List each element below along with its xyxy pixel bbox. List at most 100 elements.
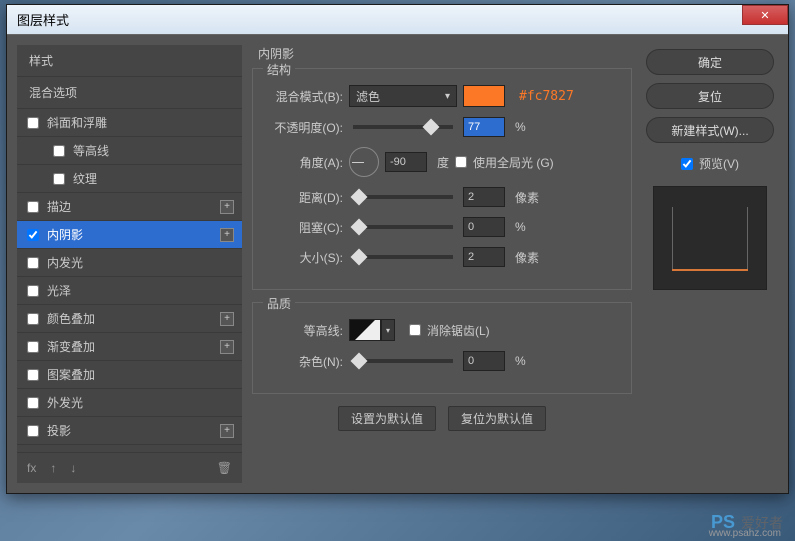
choke-input[interactable] bbox=[463, 217, 505, 237]
opacity-label: 不透明度(O): bbox=[265, 119, 343, 136]
style-checkbox-0[interactable] bbox=[27, 117, 39, 129]
style-item-6[interactable]: 光泽 bbox=[17, 277, 242, 305]
preview-label: 预览(V) bbox=[699, 155, 739, 172]
blend-mode-dropdown[interactable]: 滤色 bbox=[349, 85, 457, 107]
new-style-button[interactable]: 新建样式(W)... bbox=[646, 117, 774, 143]
distance-label: 距离(D): bbox=[265, 189, 343, 206]
effect-title: 内阴影 bbox=[252, 45, 632, 62]
hex-annotation: #fc7827 bbox=[519, 89, 574, 104]
choke-slider[interactable] bbox=[353, 225, 453, 229]
angle-input[interactable] bbox=[385, 152, 427, 172]
noise-slider[interactable] bbox=[353, 359, 453, 363]
style-label-5: 内发光 bbox=[47, 254, 83, 271]
quality-legend: 品质 bbox=[263, 295, 295, 312]
style-label-3: 描边 bbox=[47, 198, 71, 215]
style-label-10: 外发光 bbox=[47, 394, 83, 411]
add-effect-icon[interactable]: + bbox=[220, 424, 234, 438]
style-item-8[interactable]: 渐变叠加 + bbox=[17, 333, 242, 361]
style-checkbox-7[interactable] bbox=[27, 313, 39, 325]
contour-picker[interactable] bbox=[349, 319, 381, 341]
style-label-1: 等高线 bbox=[73, 142, 109, 159]
cancel-button[interactable]: 复位 bbox=[646, 83, 774, 109]
style-label-4: 内阴影 bbox=[47, 226, 83, 243]
quality-group: 品质 等高线: ▾ 消除锯齿(L) 杂色(N): % bbox=[252, 302, 632, 394]
size-input[interactable] bbox=[463, 247, 505, 267]
style-checkbox-11[interactable] bbox=[27, 425, 39, 437]
add-effect-icon[interactable]: + bbox=[220, 200, 234, 214]
style-item-2[interactable]: 纹理 bbox=[17, 165, 242, 193]
style-checkbox-8[interactable] bbox=[27, 341, 39, 353]
noise-label: 杂色(N): bbox=[265, 353, 343, 370]
reset-default-button[interactable]: 复位为默认值 bbox=[448, 406, 546, 431]
structure-legend: 结构 bbox=[263, 61, 295, 78]
dialog-title: 图层样式 bbox=[17, 10, 69, 29]
color-swatch[interactable] bbox=[463, 85, 505, 107]
opacity-slider[interactable] bbox=[353, 125, 453, 129]
style-item-11[interactable]: 投影 + bbox=[17, 417, 242, 445]
global-light-checkbox[interactable] bbox=[455, 156, 467, 168]
add-effect-icon[interactable]: + bbox=[220, 340, 234, 354]
preview-box bbox=[653, 186, 767, 290]
style-label-11: 投影 bbox=[47, 422, 71, 439]
style-item-4[interactable]: 内阴影 + bbox=[17, 221, 242, 249]
distance-input[interactable] bbox=[463, 187, 505, 207]
style-checkbox-5[interactable] bbox=[27, 257, 39, 269]
contour-dropdown-icon[interactable]: ▾ bbox=[381, 319, 395, 341]
choke-label: 阻塞(C): bbox=[265, 219, 343, 236]
styles-list-panel: 样式 混合选项 斜面和浮雕等高线纹理描边 + 内阴影 + 内发光光泽颜色叠加 + 渐变叠加 +… bbox=[17, 45, 242, 483]
style-checkbox-3[interactable] bbox=[27, 201, 39, 213]
angle-dial[interactable] bbox=[349, 147, 379, 177]
style-checkbox-1[interactable] bbox=[53, 145, 65, 157]
watermark-url: www.psahz.com bbox=[709, 528, 781, 539]
fx-icon[interactable]: fx bbox=[27, 461, 36, 475]
global-light-label: 使用全局光 (G) bbox=[473, 154, 554, 171]
set-default-button[interactable]: 设置为默认值 bbox=[338, 406, 436, 431]
blend-mode-label: 混合模式(B): bbox=[265, 88, 343, 105]
distance-slider[interactable] bbox=[353, 195, 453, 199]
blend-options[interactable]: 混合选项 bbox=[17, 77, 242, 109]
noise-unit: % bbox=[515, 354, 526, 368]
antialias-checkbox[interactable] bbox=[409, 324, 421, 336]
style-label-7: 颜色叠加 bbox=[47, 310, 95, 327]
antialias-label: 消除锯齿(L) bbox=[427, 322, 490, 339]
close-button[interactable]: ✕ bbox=[742, 5, 788, 25]
styles-header[interactable]: 样式 bbox=[17, 45, 242, 77]
angle-label: 角度(A): bbox=[265, 154, 343, 171]
opacity-unit: % bbox=[515, 120, 526, 134]
opacity-input[interactable] bbox=[463, 117, 505, 137]
style-checkbox-6[interactable] bbox=[27, 285, 39, 297]
style-checkbox-2[interactable] bbox=[53, 173, 65, 185]
add-effect-icon[interactable]: + bbox=[220, 312, 234, 326]
add-effect-icon[interactable]: + bbox=[220, 228, 234, 242]
style-label-9: 图案叠加 bbox=[47, 366, 95, 383]
style-item-5[interactable]: 内发光 bbox=[17, 249, 242, 277]
size-slider[interactable] bbox=[353, 255, 453, 259]
style-item-3[interactable]: 描边 + bbox=[17, 193, 242, 221]
choke-unit: % bbox=[515, 220, 526, 234]
layer-style-dialog: 图层样式 ✕ 样式 混合选项 斜面和浮雕等高线纹理描边+内阴影+内发光光泽颜色叠… bbox=[6, 4, 789, 494]
noise-input[interactable] bbox=[463, 351, 505, 371]
angle-unit: 度 bbox=[437, 154, 449, 171]
style-item-10[interactable]: 外发光 bbox=[17, 389, 242, 417]
settings-panel: 内阴影 结构 混合模式(B): 滤色 #fc7827 不透明度(O): % 角度… bbox=[252, 45, 632, 483]
style-label-8: 渐变叠加 bbox=[47, 338, 95, 355]
styles-footer: fx ↑ ↓ 🗑 bbox=[17, 452, 242, 483]
style-checkbox-4[interactable] bbox=[27, 229, 39, 241]
style-item-0[interactable]: 斜面和浮雕 bbox=[17, 109, 242, 137]
style-item-9[interactable]: 图案叠加 bbox=[17, 361, 242, 389]
style-item-7[interactable]: 颜色叠加 + bbox=[17, 305, 242, 333]
arrow-down-icon[interactable]: ↓ bbox=[70, 461, 76, 475]
style-checkbox-9[interactable] bbox=[27, 369, 39, 381]
contour-label: 等高线: bbox=[265, 322, 343, 339]
style-checkbox-10[interactable] bbox=[27, 397, 39, 409]
trash-icon[interactable]: 🗑 bbox=[217, 461, 232, 475]
ok-button[interactable]: 确定 bbox=[646, 49, 774, 75]
arrow-up-icon[interactable]: ↑ bbox=[50, 461, 56, 475]
distance-unit: 像素 bbox=[515, 189, 539, 206]
style-item-1[interactable]: 等高线 bbox=[17, 137, 242, 165]
action-panel: 确定 复位 新建样式(W)... 预览(V) bbox=[642, 45, 778, 483]
preview-checkbox[interactable] bbox=[681, 158, 693, 170]
style-label-0: 斜面和浮雕 bbox=[47, 114, 107, 131]
titlebar[interactable]: 图层样式 ✕ bbox=[7, 5, 788, 35]
structure-group: 结构 混合模式(B): 滤色 #fc7827 不透明度(O): % 角度(A): bbox=[252, 68, 632, 290]
